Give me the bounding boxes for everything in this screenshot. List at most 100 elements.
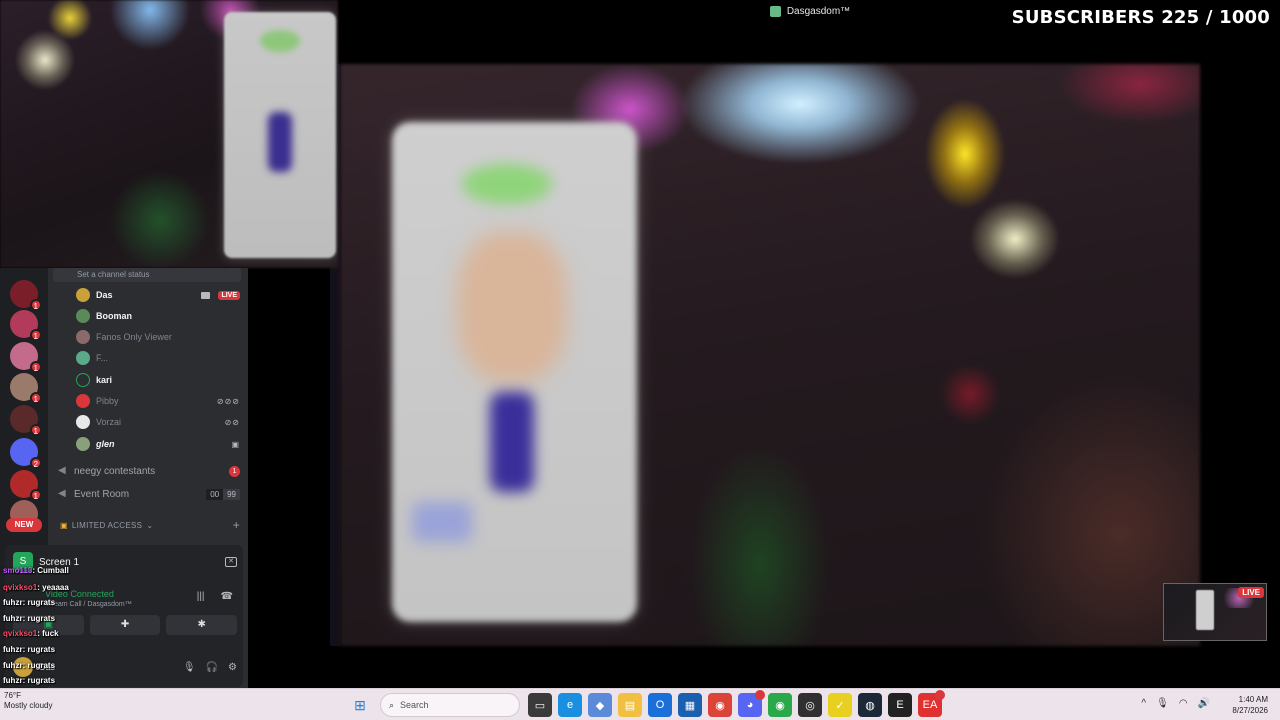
search-box[interactable]: ⌕ Search: [380, 693, 520, 717]
chat-username: fuhzr: [3, 645, 23, 654]
gear-icon[interactable]: ⚙: [228, 662, 237, 673]
headset-icon[interactable]: 🎧: [206, 662, 218, 673]
ea-app-icon[interactable]: EA: [918, 690, 945, 717]
chat-message: fuhzr: rugrats: [3, 676, 55, 685]
member-name: F...: [96, 353, 109, 363]
search-icon: ⌕: [389, 699, 395, 710]
task-view-icon[interactable]: ▭: [528, 693, 552, 717]
chat-text: : rugrats: [22, 614, 56, 623]
copilot-icon[interactable]: ◆: [588, 693, 612, 717]
system-tray: ^ 🎙 ◠ 🔊: [1141, 698, 1210, 709]
chat-message: qvixkso1: yeaaaa: [3, 583, 69, 592]
clock-time: 1:40 AM: [1238, 695, 1268, 704]
channel-count: 1: [229, 465, 240, 477]
chat-message: fuhzr: rugrats: [3, 661, 55, 670]
member-avatar: [76, 351, 90, 365]
clock[interactable]: 1:40 AM 8/27/2026: [1232, 694, 1268, 716]
chat-text: : rugrats: [22, 645, 56, 654]
outlook-icon[interactable]: O: [648, 693, 672, 717]
user-limit: 00 99: [206, 488, 240, 500]
server-icon[interactable]: 1: [10, 310, 42, 341]
chevron-up-icon[interactable]: ^: [1141, 698, 1146, 709]
chrome-icon[interactable]: ◉: [708, 693, 732, 717]
server-badge: 2: [29, 457, 42, 469]
channel-status-input[interactable]: Set a channel status: [53, 268, 241, 282]
member-name: glen: [96, 439, 115, 449]
disconnect-icon[interactable]: ☎: [221, 591, 233, 602]
voice-controls: ||| ☎: [197, 591, 233, 602]
chat-username: fuhzr: [3, 614, 23, 623]
soundboard-button[interactable]: ✱: [166, 615, 238, 635]
activities-button[interactable]: ✚: [89, 615, 161, 635]
server-badge: 1: [29, 489, 42, 501]
category-label: LIMITED ACCESS: [71, 520, 143, 530]
discord-server-icon[interactable]: 2: [10, 438, 42, 469]
file-explorer-icon[interactable]: ▤: [618, 693, 642, 717]
voice-channel-path[interactable]: Stream Call / Dasgasdom™: [45, 601, 132, 608]
pip-card: [1196, 590, 1214, 630]
weather-widget[interactable]: 76°F Mostly cloudy: [4, 691, 52, 711]
desktop: Dasgasdom™ SUBSCRIBERS 225 / 1000 1 1 1 …: [0, 0, 1280, 720]
member-name: Booman: [96, 311, 132, 321]
chat-username: fuhzr: [3, 598, 23, 607]
chat-text: : yeaaaa: [37, 583, 69, 592]
server-badge: 1: [29, 392, 42, 404]
stream-video[interactable]: [340, 64, 1200, 646]
chat-message: qvixkso1: fuck: [3, 629, 59, 638]
window-title: Dasgasdom™: [786, 5, 851, 17]
chat-text: : rugrats: [22, 676, 56, 685]
voice-member[interactable]: Fanos Only Viewer: [76, 327, 240, 347]
server-icon[interactable]: 1: [10, 373, 42, 404]
obs-icon[interactable]: ◎: [798, 693, 822, 717]
server-icon[interactable]: 1: [10, 405, 42, 436]
voice-member[interactable]: glen ▣: [76, 434, 240, 454]
epic-games-icon[interactable]: E: [888, 693, 912, 717]
server-icon[interactable]: 1: [10, 280, 42, 311]
noise-suppression-icon[interactable]: |||: [197, 591, 205, 602]
chat-text: : fuck: [37, 629, 59, 638]
weather-temp: 76°F: [4, 691, 21, 700]
chat-message: fuhzr: rugrats: [3, 614, 55, 623]
member-avatar: [76, 330, 90, 344]
stream-preview-pip[interactable]: LIVE: [1163, 583, 1267, 641]
server-icon[interactable]: 1: [10, 342, 42, 373]
server-icon[interactable]: 1: [10, 470, 42, 501]
chat-text: : rugrats: [22, 661, 56, 670]
server-badge: 1: [29, 329, 42, 341]
voice-member[interactable]: Booman: [76, 306, 240, 326]
discord-icon[interactable]: ◕: [738, 690, 765, 717]
voice-member[interactable]: Pibby ⊘⊘⊘: [76, 391, 240, 411]
microphone-icon[interactable]: 🎙: [183, 662, 196, 673]
camera-icon: [201, 291, 211, 299]
store-icon[interactable]: ▦: [678, 693, 702, 717]
speaker-icon: ◀: [58, 465, 66, 476]
chat-message: fuhzr: rugrats: [3, 598, 55, 607]
notification-badge: [935, 690, 945, 700]
discord-panel: 1 1 1 1 1 2 1 NEW Set a channel status D…: [0, 268, 248, 688]
voice-member[interactable]: Das LIVE: [76, 285, 240, 305]
member-avatar: [76, 373, 90, 387]
add-channel-button[interactable]: +: [233, 518, 240, 532]
volume-icon[interactable]: 🔊: [1198, 698, 1210, 709]
member-name: Fanos Only Viewer: [96, 332, 172, 342]
voice-channel[interactable]: ◀ neegy contestants 1: [58, 461, 240, 481]
microphone-icon[interactable]: 🎙: [1156, 698, 1169, 709]
category-limited-access[interactable]: ▣ LIMITED ACCESS ⌄ +: [60, 518, 240, 532]
app-icon: [769, 5, 781, 17]
start-icon[interactable]: ⊞: [348, 693, 372, 717]
new-servers-pill[interactable]: NEW: [6, 518, 42, 532]
norton-icon[interactable]: ✓: [828, 693, 852, 717]
voice-member[interactable]: F...: [76, 348, 240, 368]
member-name: Vorzai: [96, 417, 122, 427]
stop-stream-button[interactable]: ✕: [225, 557, 237, 567]
edge-icon[interactable]: e: [558, 693, 582, 717]
wifi-icon[interactable]: ◠: [1179, 698, 1188, 709]
voice-member[interactable]: kari: [76, 370, 240, 390]
voice-member[interactable]: Vorzai ⊘⊘: [76, 412, 240, 432]
steam-icon[interactable]: ◍: [858, 693, 882, 717]
chat-text: : Cumball: [32, 566, 69, 575]
chrome-profile-icon[interactable]: ◉: [768, 693, 792, 717]
channel-name: neegy contestants: [74, 465, 156, 477]
voice-channel[interactable]: ◀ Event Room 00 99: [58, 484, 240, 504]
user-limit-value: 99: [223, 488, 240, 500]
